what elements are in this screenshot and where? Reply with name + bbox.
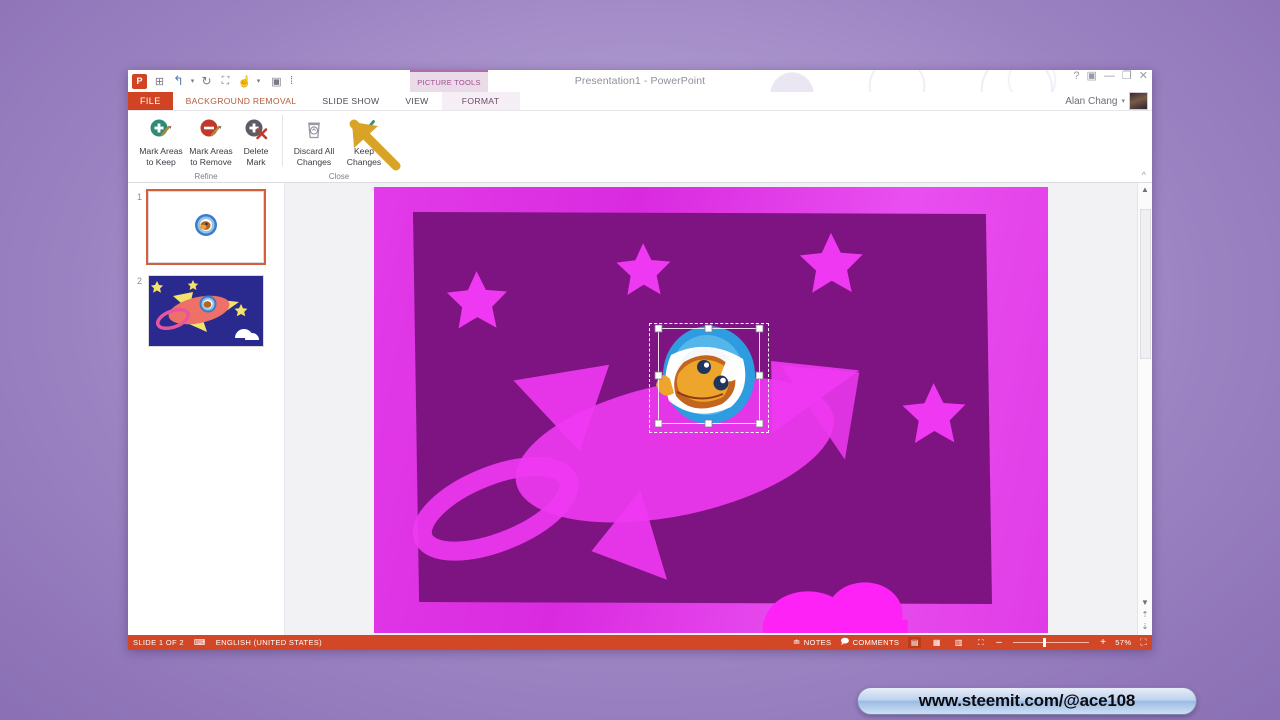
- redo-icon[interactable]: ↻: [198, 73, 215, 90]
- zoom-level-label[interactable]: 57%: [1115, 638, 1131, 647]
- minimize-icon[interactable]: —: [1104, 71, 1115, 82]
- comments-icon: 🗩: [840, 636, 850, 646]
- collapse-ribbon-icon[interactable]: ^: [1142, 170, 1146, 180]
- group-label-refine: Refine: [194, 172, 218, 181]
- ribbon-group-refine: Mark Areas to Keep Mark Areas to Remove …: [132, 111, 280, 182]
- slide-indicator[interactable]: SLIDE 1 OF 2: [133, 638, 184, 647]
- undo-dropdown-icon[interactable]: ▾: [189, 73, 196, 90]
- title-bar: P ⊞ ↰ ▾ ↻ ⛶ ☝ ▾ ▣ ⁞ Presentation1 - Powe…: [128, 70, 1152, 112]
- mark-areas-to-keep-button[interactable]: Mark Areas to Keep: [136, 114, 186, 167]
- watermark-url-banner: www.steemit.com/@ace108: [857, 687, 1197, 715]
- tab-file[interactable]: FILE: [128, 92, 173, 110]
- slide-number: 1: [137, 192, 143, 202]
- mark-remove-icon: [198, 117, 224, 143]
- scrollbar-thumb[interactable]: [1140, 209, 1151, 359]
- btn-label-line2: to Remove: [190, 156, 232, 167]
- btn-label-line2: Mark: [246, 156, 266, 167]
- user-account[interactable]: Alan Chang ▾: [1065, 92, 1148, 110]
- selection-handles[interactable]: [374, 187, 1048, 633]
- slide-thumbnail-2-preview[interactable]: [148, 275, 264, 347]
- powerpoint-window: P ⊞ ↰ ▾ ↻ ⛶ ☝ ▾ ▣ ⁞ Presentation1 - Powe…: [128, 70, 1152, 650]
- new-slide-icon[interactable]: ▣: [268, 73, 285, 90]
- trash-icon: [301, 117, 327, 143]
- slide-thumbnail-pane[interactable]: 1 2: [128, 183, 285, 635]
- slideshow-view-button[interactable]: ⛶: [974, 637, 987, 648]
- btn-label-line1: Discard All: [293, 146, 335, 156]
- btn-label-line1: Mark Areas: [189, 146, 233, 156]
- mark-areas-to-remove-button[interactable]: Mark Areas to Remove: [186, 114, 236, 167]
- zoom-slider-knob[interactable]: [1043, 638, 1047, 647]
- tab-view[interactable]: VIEW: [392, 92, 441, 110]
- language-icon: ⌨: [193, 638, 206, 647]
- undo-icon[interactable]: ↰: [170, 73, 187, 90]
- user-dropdown-icon[interactable]: ▾: [1121, 97, 1125, 105]
- picture-tools-label: PICTURE TOOLS: [417, 77, 481, 87]
- next-slide-icon[interactable]: ⇣: [1142, 622, 1149, 632]
- restore-icon[interactable]: ❐: [1122, 71, 1132, 82]
- slide-sorter-view-button[interactable]: ▦: [930, 637, 943, 648]
- work-area: 1 2 ▲ ▼ ⇡ ⇣: [128, 183, 1152, 635]
- picture-tools-contextual-header: PICTURE TOOLS: [410, 70, 488, 92]
- normal-view-button[interactable]: ▤: [908, 637, 922, 648]
- tab-background-removal[interactable]: BACKGROUND REMOVAL: [172, 92, 310, 110]
- slide-thumbnail-2[interactable]: 2: [128, 273, 284, 347]
- status-bar: SLIDE 1 OF 2 ⌨ ENGLISH (UNITED STATES) ≐…: [128, 635, 1152, 650]
- gold-arrow-pointer: [349, 119, 401, 171]
- save-icon[interactable]: ⊞: [151, 73, 168, 90]
- notes-button[interactable]: NOTES: [804, 638, 832, 647]
- delete-mark-button[interactable]: Delete Mark: [236, 114, 276, 167]
- ribbon-tab-bar: FILE BACKGROUND REMOVAL SLIDE SHOW VIEW …: [128, 92, 1152, 111]
- scroll-up-icon[interactable]: ▲: [1141, 185, 1149, 195]
- close-icon[interactable]: ✕: [1139, 71, 1148, 82]
- slide-thumbnail-1[interactable]: 1: [128, 189, 284, 265]
- ribbon-group-divider: [282, 115, 283, 166]
- tab-slide-show[interactable]: SLIDE SHOW: [309, 92, 392, 110]
- help-icon[interactable]: ?: [1073, 71, 1079, 82]
- btn-label-line1: Delete: [243, 146, 269, 156]
- btn-label-line1: Mark Areas: [139, 146, 183, 156]
- zoom-in-button[interactable]: +: [1100, 637, 1106, 648]
- tab-format[interactable]: FORMAT: [441, 92, 520, 110]
- mark-keep-icon: [148, 117, 174, 143]
- touch-mode-icon[interactable]: ☝: [236, 73, 253, 90]
- vertical-scrollbar[interactable]: ▲ ▼ ⇡ ⇣: [1137, 183, 1152, 635]
- scroll-down-icon[interactable]: ▼: [1141, 598, 1149, 608]
- avatar[interactable]: [1129, 92, 1148, 110]
- background-removal-preview[interactable]: [374, 187, 1048, 633]
- touch-dropdown-icon[interactable]: ▾: [255, 73, 262, 90]
- language-label[interactable]: ENGLISH (UNITED STATES): [216, 638, 322, 647]
- btn-label-line2: Changes: [296, 156, 332, 167]
- ribbon-display-options-icon[interactable]: ▣: [1087, 71, 1097, 82]
- notes-icon: ≐: [792, 637, 801, 647]
- slide-editing-area[interactable]: [285, 183, 1137, 635]
- customize-qat-icon[interactable]: ⁞: [287, 73, 296, 90]
- reading-view-button[interactable]: ▥: [952, 637, 965, 648]
- start-slideshow-icon[interactable]: ⛶: [217, 73, 234, 90]
- watermark-url-text: www.steemit.com/@ace108: [918, 691, 1136, 710]
- comments-button[interactable]: COMMENTS: [853, 638, 900, 647]
- window-controls: ? ▣ — ❐ ✕: [1073, 71, 1148, 82]
- fit-slide-to-window-button[interactable]: ⛶: [1140, 637, 1147, 648]
- user-name-label: Alan Chang: [1065, 95, 1118, 107]
- zoom-out-button[interactable]: –: [996, 637, 1002, 648]
- zoom-slider[interactable]: [1013, 638, 1090, 647]
- ribbon: Mark Areas to Keep Mark Areas to Remove …: [128, 111, 1152, 183]
- picture-canvas[interactable]: [374, 187, 1048, 633]
- slide-number: 2: [137, 276, 143, 286]
- previous-slide-icon[interactable]: ⇡: [1142, 610, 1149, 620]
- delete-mark-icon: [243, 117, 269, 143]
- slide-thumbnail-1-preview[interactable]: [146, 189, 266, 265]
- btn-label-line2: to Keep: [146, 156, 176, 167]
